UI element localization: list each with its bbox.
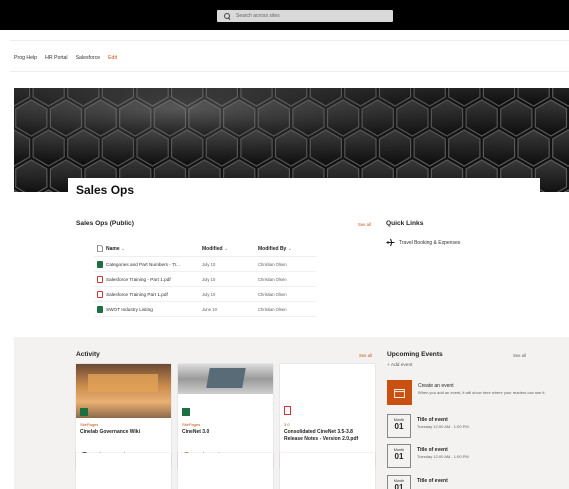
documents-see-all-link[interactable]: See all bbox=[358, 222, 371, 227]
file-modified-by: Christian Olsen bbox=[258, 306, 287, 312]
hero-banner bbox=[14, 88, 569, 192]
nav-item-prog-help[interactable]: Prog Help bbox=[14, 55, 37, 61]
file-modified-by: Christian Olsen bbox=[258, 291, 287, 297]
pdf-file-icon bbox=[284, 406, 291, 415]
nav-edit-link[interactable]: Edit bbox=[108, 55, 117, 61]
column-header-name[interactable]: Name ⌄ bbox=[106, 246, 202, 252]
activity-card[interactable] bbox=[178, 453, 273, 489]
file-name[interactable]: Categories and Part Numbers - Tr... bbox=[106, 262, 202, 267]
event-time: Tuesday 12:00 AM - 1:00 PM bbox=[417, 454, 469, 459]
events-title: Upcoming Events bbox=[387, 351, 443, 358]
calendar-icon bbox=[387, 380, 412, 405]
file-modified-by: Christian Olsen bbox=[258, 261, 287, 267]
file-modified: June 10 bbox=[202, 306, 217, 312]
create-event-description: When you add an event, it will show here… bbox=[418, 390, 546, 395]
site-navigation: Prog Help HR Portal Salesforce Edit bbox=[14, 55, 117, 61]
column-header-modified[interactable]: Modified ⌄ bbox=[202, 246, 258, 252]
activity-see-all-link[interactable]: See all bbox=[359, 353, 372, 358]
event-time: Tuesday 12:00 AM - 1:00 PM bbox=[417, 424, 469, 429]
hexagon-pattern-image bbox=[14, 88, 569, 192]
top-bar: Search across sites bbox=[0, 0, 569, 30]
card-kind: 3.0 bbox=[284, 422, 290, 427]
quick-links-title: Quick Links bbox=[386, 220, 424, 227]
excel-file-icon bbox=[97, 260, 103, 268]
file-modified: July 10 bbox=[202, 291, 216, 297]
event-date-box: Month 01 bbox=[387, 414, 411, 438]
excel-file-icon bbox=[80, 408, 88, 416]
event-date-box: Month 01 bbox=[387, 444, 411, 468]
card-title[interactable]: CineNet 3.0 bbox=[182, 429, 270, 436]
nav-item-salesforce[interactable]: Salesforce bbox=[76, 55, 101, 61]
airplane-icon bbox=[386, 238, 395, 247]
divider bbox=[10, 71, 569, 72]
create-event-title: Create an event bbox=[418, 383, 454, 389]
pdf-file-icon bbox=[97, 290, 103, 298]
thumbnail-image bbox=[280, 364, 375, 418]
event-item[interactable]: Month 01 Title of event Tuesday 12:00 AM -… bbox=[387, 414, 547, 440]
events-see-all-link[interactable]: See all bbox=[513, 353, 526, 358]
pdf-file-icon bbox=[97, 275, 103, 283]
file-name[interactable]: Salesforce Training Part 1.pdf bbox=[106, 292, 202, 297]
card-title[interactable]: Consolidated CineNet 3.5-3.8 Release Not… bbox=[284, 429, 372, 443]
file-name[interactable]: SWOT Industry Listing bbox=[106, 307, 202, 312]
divider bbox=[10, 40, 569, 41]
event-title[interactable]: Title of event bbox=[417, 417, 469, 423]
activity-card[interactable] bbox=[76, 453, 171, 489]
thumbnail-image bbox=[76, 364, 171, 418]
event-title[interactable]: Title of event bbox=[417, 478, 448, 484]
activity-title: Activity bbox=[76, 351, 100, 358]
file-modified: July 10 bbox=[202, 276, 216, 282]
quick-link-label[interactable]: Travel Booking & Expenses bbox=[399, 240, 460, 246]
event-item[interactable]: Month 01 Title of event bbox=[387, 475, 547, 489]
table-row[interactable]: Salesforce Training Part 1.pdf July 10 C… bbox=[94, 287, 316, 302]
table-row[interactable]: SWOT Industry Listing June 10 Christian … bbox=[94, 302, 316, 317]
thumbnail-image bbox=[178, 364, 273, 394]
file-type-header-icon[interactable] bbox=[94, 245, 106, 252]
card-title[interactable]: Cinelab Governance Wiki bbox=[80, 429, 168, 436]
search-placeholder[interactable]: Search across sites bbox=[236, 13, 280, 19]
activity-card[interactable] bbox=[280, 453, 375, 489]
column-header-modified-by[interactable]: Modified By ⌄ bbox=[258, 246, 316, 252]
documents-table: Name ⌄ Modified ⌄ Modified By ⌄ Categori… bbox=[94, 241, 316, 317]
table-header: Name ⌄ Modified ⌄ Modified By ⌄ bbox=[94, 241, 316, 257]
documents-title[interactable]: Sales Ops (Public) bbox=[76, 220, 134, 227]
event-item[interactable]: Month 01 Title of event Tuesday 12:00 AM -… bbox=[387, 444, 547, 470]
file-modified: July 10 bbox=[202, 261, 216, 267]
create-event-prompt: Create an event When you add an event, i… bbox=[387, 380, 547, 406]
table-row[interactable]: Salesforce Training - Part 1.pdf July 10… bbox=[94, 272, 316, 287]
card-kind: SitePages bbox=[182, 422, 201, 427]
table-row[interactable]: Categories and Part Numbers - Tr... July… bbox=[94, 257, 316, 272]
add-event-button[interactable]: + Add event bbox=[387, 363, 412, 368]
quick-link-travel[interactable]: Travel Booking & Expenses bbox=[386, 238, 460, 247]
excel-file-icon bbox=[182, 408, 190, 416]
nav-item-hr-portal[interactable]: HR Portal bbox=[45, 55, 68, 61]
excel-file-icon bbox=[97, 305, 103, 313]
search-box[interactable]: Search across sites bbox=[217, 10, 393, 22]
event-date-box: Month 01 bbox=[387, 475, 411, 489]
site-title: Sales Ops bbox=[76, 183, 135, 197]
file-modified-by: Christian Olsen bbox=[258, 276, 287, 282]
search-icon bbox=[224, 12, 231, 20]
event-title[interactable]: Title of event bbox=[417, 447, 469, 453]
site-title-card: Sales Ops bbox=[68, 178, 540, 200]
file-name[interactable]: Salesforce Training - Part 1.pdf bbox=[106, 277, 202, 282]
card-kind: SitePages bbox=[80, 422, 99, 427]
